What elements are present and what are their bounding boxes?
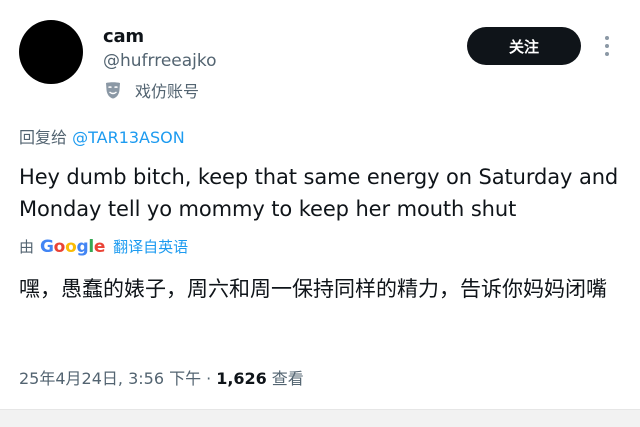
display-name[interactable]: cam (103, 26, 144, 47)
translation-attribution: 由 Google 翻译自英语 (19, 236, 188, 257)
reply-context: 回复给 @TAR13ASON (19, 124, 185, 148)
google-logo: Google (40, 237, 106, 257)
follow-button[interactable]: 关注 (467, 27, 581, 65)
tweet-text: Hey dumb bitch, keep that same energy on… (19, 165, 619, 221)
timestamp-link[interactable]: 25年4月24日, 3:56 下午 (19, 365, 201, 389)
view-label: 查看 (271, 369, 304, 388)
more-options-icon[interactable] (596, 36, 618, 60)
parody-mask-icon (103, 80, 123, 100)
reply-target-link[interactable]: @TAR13ASON (72, 128, 185, 147)
parody-label: 戏仿账号 (135, 82, 200, 101)
translate-source-link[interactable]: 翻译自英语 (113, 236, 188, 257)
translation-by-label: 由 (19, 238, 35, 256)
parody-account-badge: 戏仿账号 (103, 78, 199, 102)
tweet-metadata: 25年4月24日, 3:56 下午 · 1,626 查看 (19, 365, 304, 389)
meta-separator: · (206, 369, 212, 388)
translated-text: 嘿，愚蠢的婊子，周六和周一保持同样的精力，告诉你妈妈闭嘴 (19, 277, 607, 301)
view-count[interactable]: 1,626 (216, 369, 267, 388)
user-handle[interactable]: @hufrreeajko (103, 51, 217, 71)
avatar[interactable] (19, 20, 83, 84)
tweet-card: cam @hufrreeajko 戏仿账号 关注 回复给 @TAR13ASON … (0, 0, 640, 410)
reply-prefix: 回复给 (19, 128, 73, 147)
